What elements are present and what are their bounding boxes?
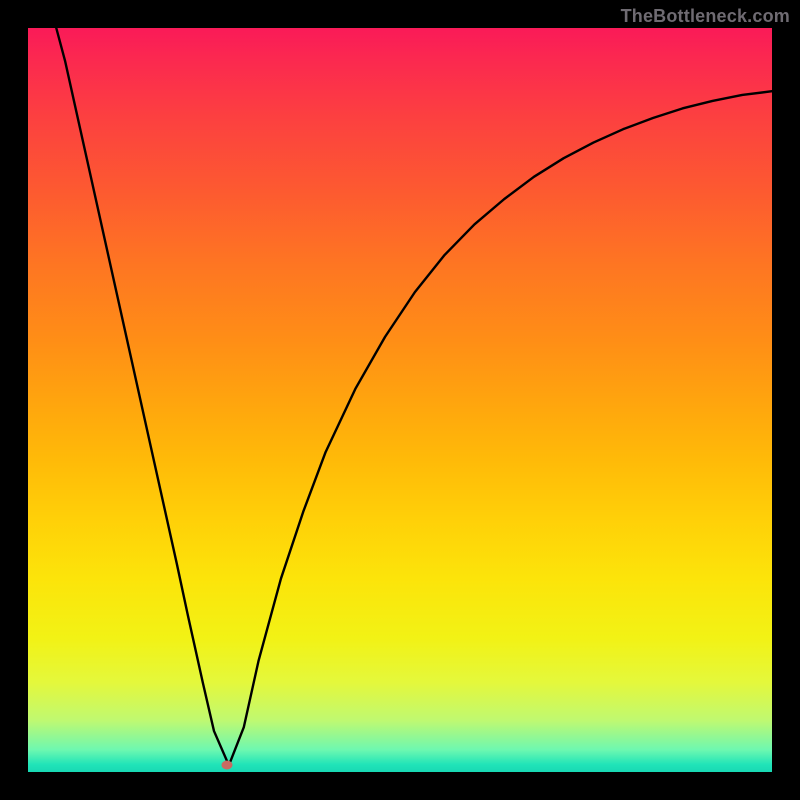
minimum-marker-dot (221, 761, 232, 770)
chart-frame: TheBottleneck.com (0, 0, 800, 800)
bottleneck-curve (28, 28, 772, 772)
plot-area (28, 28, 772, 772)
watermark-text: TheBottleneck.com (621, 6, 790, 27)
